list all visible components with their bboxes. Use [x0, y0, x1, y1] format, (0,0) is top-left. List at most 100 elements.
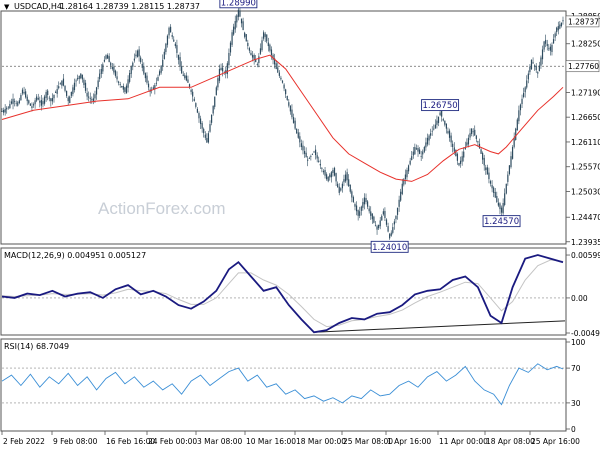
candle-body: [2, 110, 5, 113]
candle-body: [423, 147, 425, 152]
candle-body: [308, 158, 310, 159]
candle-body: [445, 123, 447, 129]
candle-body: [247, 42, 249, 47]
candle-body: [147, 83, 150, 88]
candle-body: [371, 213, 373, 220]
candle-body: [42, 101, 44, 105]
candle-body: [204, 134, 206, 138]
candle-body: [513, 137, 515, 147]
candle-body: [458, 162, 460, 166]
candle-body: [288, 102, 290, 106]
candle-body: [357, 210, 359, 216]
candle-body: [116, 76, 118, 80]
candle-body: [105, 55, 107, 59]
candle-body: [548, 48, 550, 50]
candle-body: [51, 98, 54, 102]
candle-body: [374, 225, 377, 227]
y-tick-label: 70: [571, 364, 581, 373]
candle-body: [488, 172, 490, 180]
candle-body: [414, 147, 416, 155]
candle-body: [352, 197, 355, 203]
y-tick-label: 1.26650: [571, 113, 600, 122]
candle-body: [459, 160, 462, 164]
candle-body: [426, 137, 429, 145]
candle-body: [171, 35, 173, 37]
candle-body: [67, 97, 69, 102]
candle-body: [251, 54, 254, 58]
candle-body: [198, 113, 200, 119]
candle-body: [557, 26, 559, 31]
candle-body: [83, 79, 85, 86]
candle-body: [165, 43, 167, 52]
candle-body: [88, 96, 90, 98]
candle-body: [516, 119, 518, 131]
candle-body: [314, 149, 317, 156]
candle-body: [344, 174, 347, 182]
candle-body: [554, 33, 556, 38]
candle-body: [97, 80, 99, 88]
candle-body: [420, 156, 422, 157]
candle-body: [486, 167, 488, 175]
y-tick-label: 1.27190: [571, 88, 600, 97]
candle-body: [222, 67, 224, 72]
candle-body: [182, 74, 184, 76]
candle-body: [404, 174, 407, 180]
candle-body: [321, 168, 323, 169]
watermark: ActionForex.com: [98, 199, 226, 218]
candle-body: [91, 99, 93, 101]
candle-body: [56, 89, 58, 94]
candle-body: [158, 71, 161, 75]
candle-body: [515, 128, 517, 140]
y-tick-label: 100: [571, 338, 586, 347]
candle-body: [311, 153, 314, 155]
candle-body: [422, 151, 424, 155]
candle-body: [215, 87, 217, 96]
candle-body: [135, 54, 137, 57]
candle-body: [455, 149, 457, 157]
candle-body: [524, 87, 526, 93]
price-header-ohlc: 1.28164 1.28739 1.28115 1.28737: [60, 2, 200, 11]
candle-body: [245, 34, 247, 42]
candle-body: [39, 100, 41, 103]
candle-body: [400, 191, 402, 201]
candle-body: [549, 46, 551, 51]
candle-body: [220, 67, 222, 71]
candle-body: [431, 130, 433, 132]
candle-body: [310, 156, 312, 157]
candle-body: [500, 207, 503, 213]
candle-body: [319, 163, 321, 166]
candle-body: [168, 27, 170, 36]
candle-body: [406, 169, 408, 178]
candle-body: [193, 98, 195, 102]
candle-body: [53, 94, 55, 99]
candle-body: [292, 117, 295, 123]
candle-body: [62, 78, 65, 86]
candle-body: [176, 45, 178, 53]
candle-body: [136, 50, 139, 57]
candle-body: [333, 167, 336, 176]
candle-body: [37, 97, 39, 100]
x-tick-label: 9 Feb 08:00: [53, 437, 98, 446]
candle-body: [69, 96, 71, 104]
candle-body: [368, 208, 370, 212]
candle-body: [31, 106, 33, 108]
collapse-triangle-icon[interactable]: ▼: [4, 3, 10, 11]
candle-body: [170, 26, 172, 33]
candle-body: [258, 56, 260, 63]
candle-body: [409, 160, 411, 165]
candle-body: [467, 137, 470, 145]
candle-body: [103, 59, 106, 62]
candle-body: [210, 114, 213, 123]
candle-body: [366, 201, 369, 207]
candle-body: [214, 96, 216, 107]
candle-body: [305, 152, 307, 158]
candle-body: [231, 32, 233, 45]
candle-body: [338, 186, 340, 193]
y-tick-label: 1.24470: [571, 213, 600, 222]
candle-body: [129, 73, 131, 82]
candle-body: [532, 62, 534, 64]
y-tick-label: 30: [571, 399, 581, 408]
candle-body: [256, 64, 258, 65]
y-tick-label: -0.004901: [571, 329, 600, 338]
candle-body: [34, 100, 36, 105]
